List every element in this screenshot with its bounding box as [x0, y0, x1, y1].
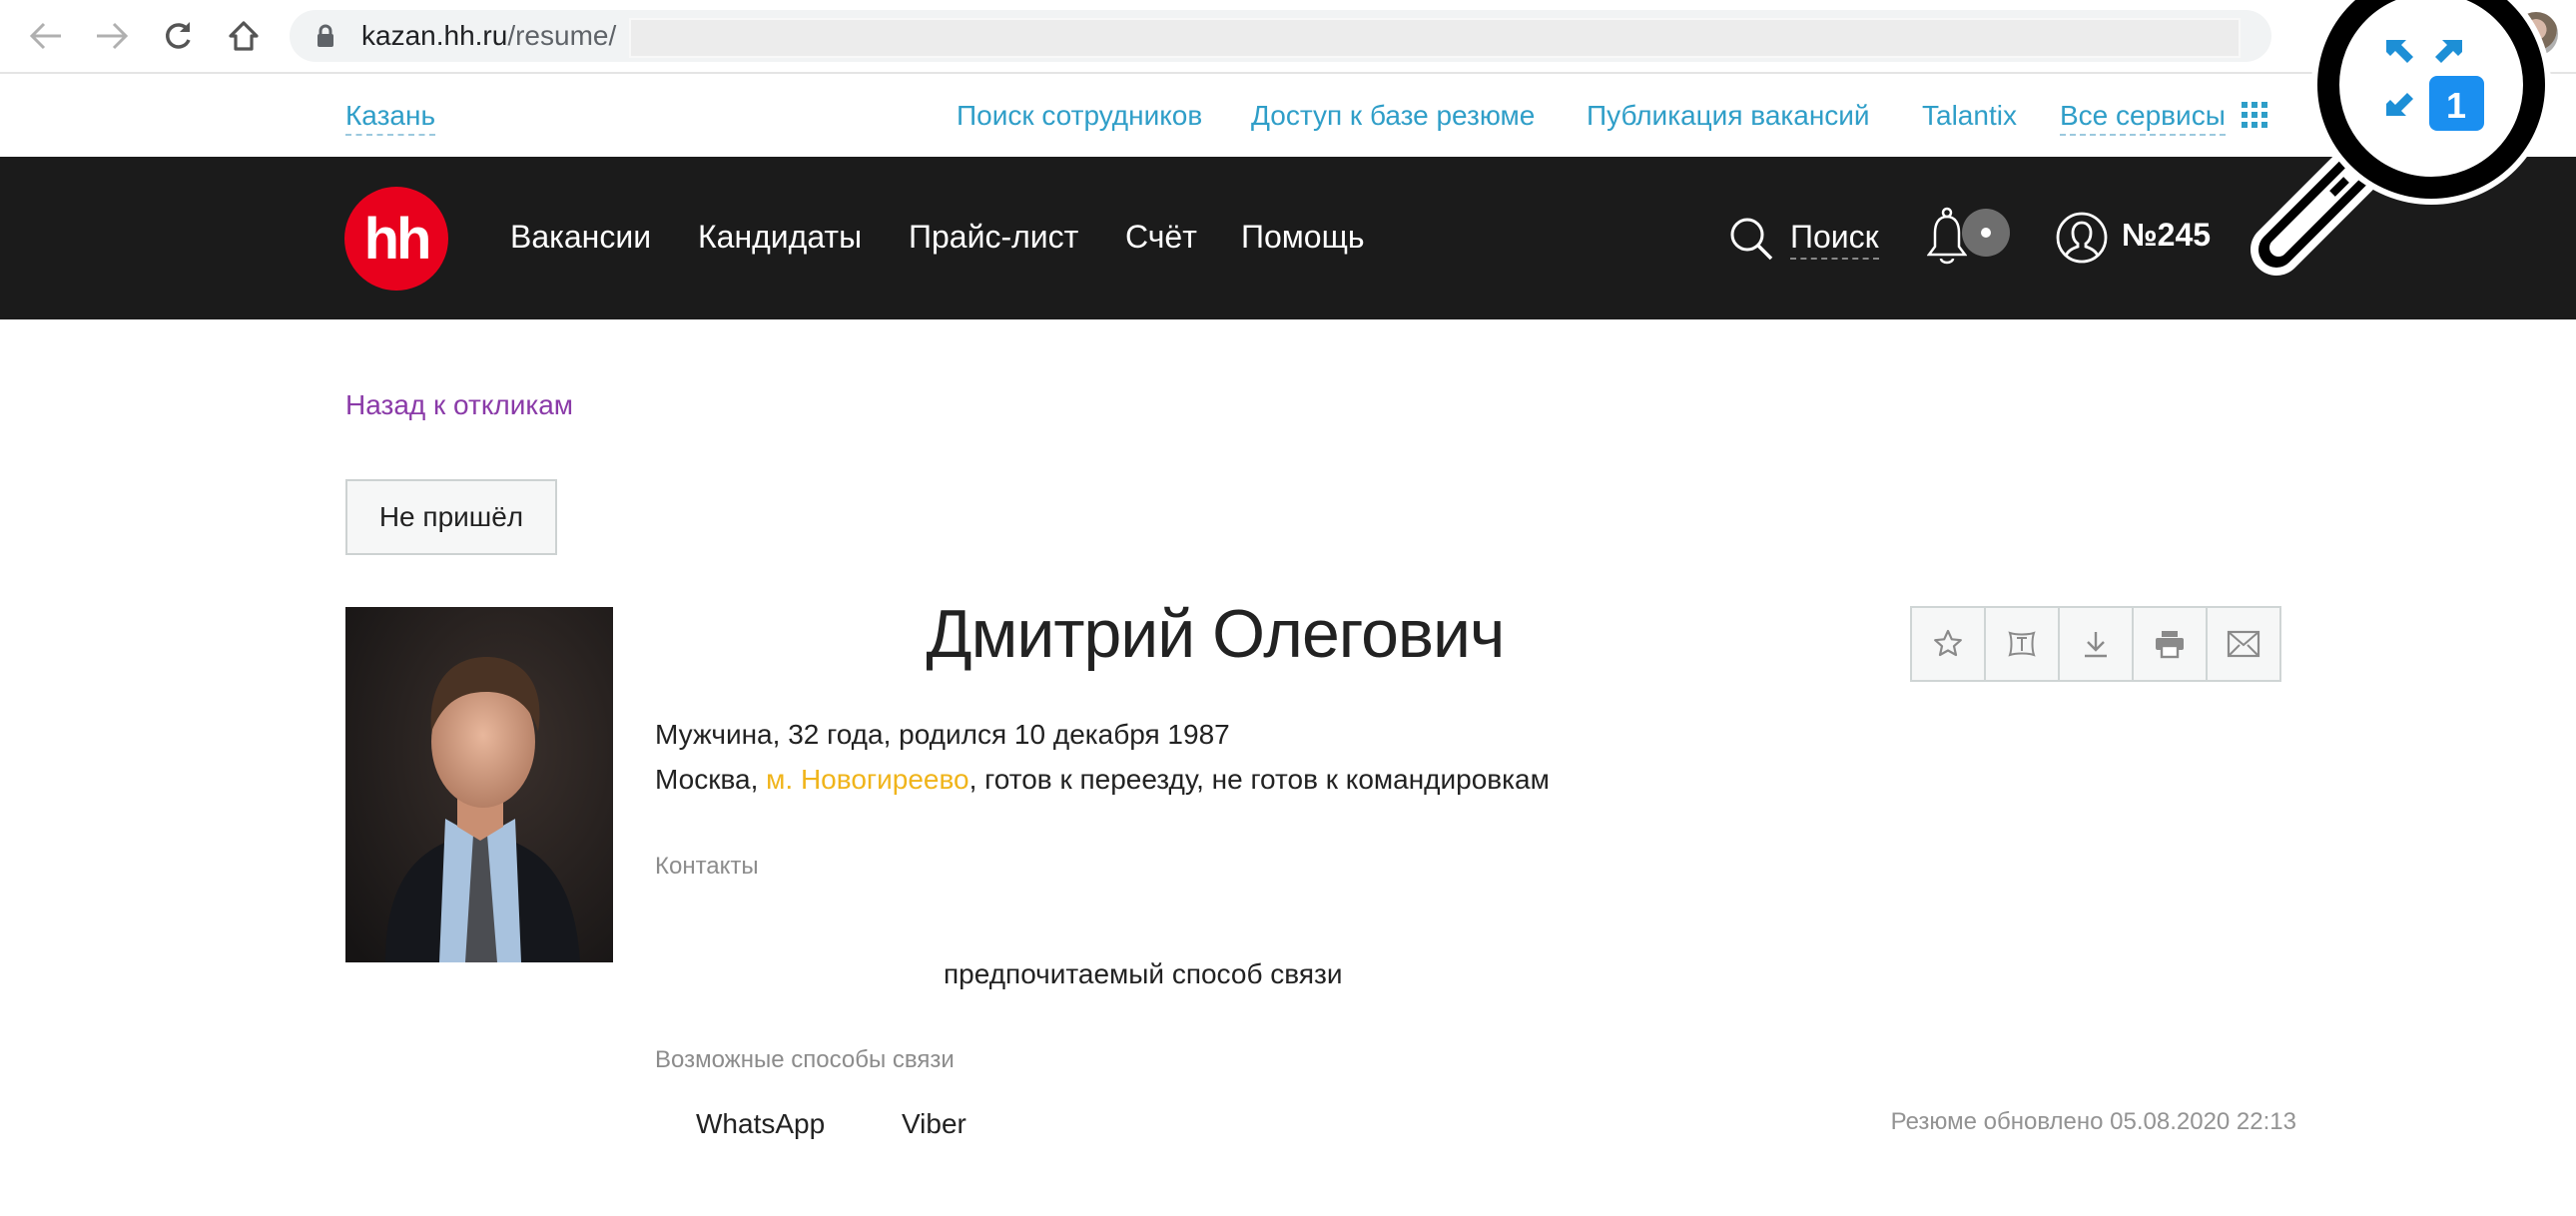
url-text: kazan.hh.ru/resume/ — [361, 20, 617, 51]
arrow-left-icon — [29, 22, 61, 50]
reload-icon — [166, 22, 191, 49]
badge-dot-icon — [1981, 228, 1991, 238]
personal-info: Мужчина, 32 года, родился 10 декабря 198… — [655, 719, 1230, 750]
messenger-whatsapp[interactable]: WhatsApp — [696, 1108, 825, 1140]
top-link-all-services[interactable]: Все сервисы — [2060, 100, 2226, 136]
messenger-viber[interactable]: Viber — [902, 1108, 966, 1140]
preferred-contact-note: предпочитаемый способ связи — [944, 958, 1343, 989]
talantix-button[interactable] — [1984, 606, 2060, 682]
reload-button[interactable] — [156, 14, 200, 58]
location-city: Москва, — [655, 764, 767, 795]
top-link-publish-vacancies[interactable]: Публикация вакансий — [1587, 100, 1870, 132]
forward-button[interactable] — [90, 14, 134, 58]
address-bar[interactable]: kazan.hh.ru/resume/ — [290, 10, 2271, 62]
download-icon — [2085, 632, 2107, 658]
possible-contacts-label: Возможные способы связи — [655, 1046, 955, 1073]
url-selection-highlight — [629, 18, 2241, 58]
download-button[interactable] — [2058, 606, 2134, 682]
bell-icon[interactable] — [1927, 207, 1967, 269]
resume-updated-timestamp: Резюме обновлено 05.08.2020 22:13 — [1890, 1108, 2296, 1135]
contacts-label: Контакты — [655, 853, 759, 880]
no-show-button[interactable]: Не пришёл — [345, 479, 557, 555]
search-icon[interactable] — [1727, 215, 1775, 263]
top-link-employee-search[interactable]: Поиск сотрудников — [957, 100, 1202, 132]
star-icon — [1934, 629, 1962, 657]
user-profile-icon[interactable] — [2055, 211, 2109, 265]
favorite-button[interactable] — [1910, 606, 1986, 682]
mail-icon — [2227, 630, 2260, 658]
main-header: hh Вакансии Кандидаты Прайс-лист Счёт По… — [0, 157, 2576, 319]
talantix-icon — [2008, 631, 2036, 657]
home-button[interactable] — [222, 14, 266, 58]
nav-account[interactable]: Счёт — [1125, 219, 1197, 256]
magnifier-overlay: 1 — [2251, 0, 2551, 276]
metro-station: м. Новогиреево — [766, 764, 969, 795]
home-icon — [229, 21, 259, 51]
location-info: Москва, м. Новогиреево, готов к переезду… — [655, 764, 1550, 796]
nav-candidates[interactable]: Кандидаты — [698, 219, 862, 256]
nav-price-list[interactable]: Прайс-лист — [909, 219, 1078, 256]
back-to-responses-link[interactable]: Назад к откликам — [345, 389, 573, 421]
resume-action-buttons — [1910, 606, 2281, 682]
hh-logo[interactable]: hh — [344, 187, 448, 291]
count-badge-text: 1 — [2446, 85, 2466, 126]
send-email-button[interactable] — [2206, 606, 2281, 682]
print-icon — [2156, 631, 2184, 659]
candidate-photo — [345, 607, 613, 962]
top-links-bar: Казань Поиск сотрудников Доступ к базе р… — [0, 74, 2576, 157]
lock-icon — [318, 24, 333, 47]
account-number[interactable]: №245 — [2122, 217, 2211, 254]
browser-toolbar: kazan.hh.ru/resume/ — [0, 0, 2576, 74]
candidate-name: Дмитрий Олегович — [926, 596, 1506, 672]
city-selector[interactable]: Казань — [345, 100, 436, 136]
print-button[interactable] — [2132, 606, 2208, 682]
notification-badge[interactable] — [1962, 209, 2010, 257]
nav-vacancies[interactable]: Вакансии — [510, 219, 651, 256]
nav-help[interactable]: Помощь — [1241, 219, 1365, 256]
relocation-info: , готов к переезду, не готов к командиро… — [968, 764, 1550, 795]
arrow-right-icon — [97, 22, 129, 50]
top-link-resume-database[interactable]: Доступ к базе резюме — [1251, 100, 1535, 132]
top-link-talantix[interactable]: Talantix — [1922, 100, 2017, 132]
header-search-link[interactable]: Поиск — [1790, 219, 1879, 260]
back-button[interactable] — [24, 14, 68, 58]
